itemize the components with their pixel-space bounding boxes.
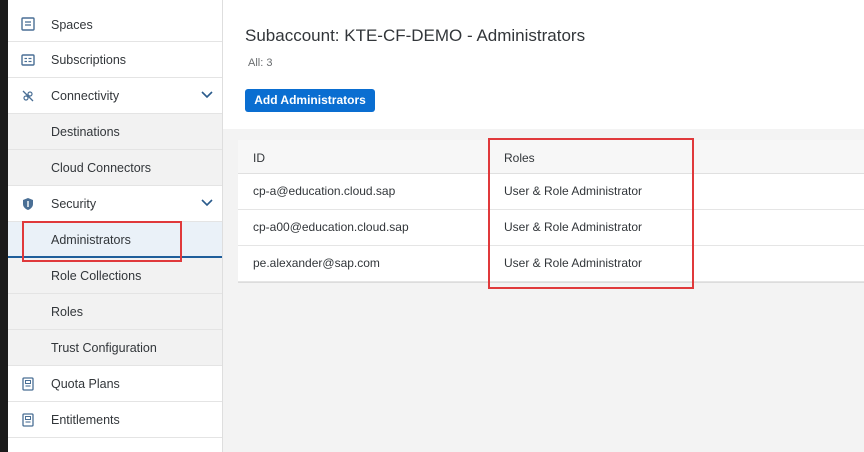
sidebar-item-trust-configuration[interactable]: Trust Configuration bbox=[8, 330, 222, 366]
sidebar-item-label: Trust Configuration bbox=[51, 341, 157, 355]
sidebar-item-destinations[interactable]: Destinations bbox=[8, 114, 222, 150]
column-header-roles[interactable]: Roles bbox=[504, 151, 535, 165]
sidebar-item-label: Role Collections bbox=[51, 269, 142, 283]
add-administrators-button[interactable]: Add Administrators bbox=[245, 89, 375, 112]
administrators-table: ID Roles cp-a@education.cloud.sap User &… bbox=[238, 140, 864, 283]
subscriptions-icon bbox=[21, 54, 35, 66]
sidebar-item-label: Spaces bbox=[51, 18, 93, 32]
page-title: Subaccount: KTE-CF-DEMO - Administrators bbox=[245, 26, 586, 45]
spaces-icon bbox=[21, 17, 35, 31]
cell-id: cp-a00@education.cloud.sap bbox=[253, 220, 409, 234]
cell-roles: User & Role Administrator bbox=[504, 256, 643, 270]
sidebar-item-administrators[interactable]: Administrators bbox=[8, 222, 222, 258]
sidebar-item-label: Quota Plans bbox=[51, 377, 120, 391]
shield-icon bbox=[23, 198, 33, 210]
table-row[interactable]: cp-a@education.cloud.sap User & Role Adm… bbox=[238, 174, 864, 210]
sidebar-item-label: Connectivity bbox=[51, 89, 120, 103]
cell-roles: User & Role Administrator bbox=[504, 220, 643, 234]
sidebar-item-label: Administrators bbox=[51, 233, 131, 247]
sidebar-item-label: Roles bbox=[51, 305, 83, 319]
sidebar-item-quota-plans[interactable]: Quota Plans bbox=[8, 366, 222, 402]
sidebar-item-connectivity[interactable]: Connectivity bbox=[8, 78, 222, 114]
cell-id: pe.alexander@sap.com bbox=[253, 256, 380, 270]
item-count: All: 3 bbox=[248, 57, 273, 69]
sidebar-item-cloud-connectors[interactable]: Cloud Connectors bbox=[8, 150, 222, 186]
chevron-down-icon[interactable] bbox=[201, 198, 213, 208]
column-header-id[interactable]: ID bbox=[253, 151, 265, 165]
sidebar-item-label: Entitlements bbox=[51, 413, 120, 427]
sidebar-item-roles[interactable]: Roles bbox=[8, 294, 222, 330]
sidebar-item-spaces[interactable]: Spaces bbox=[8, 6, 222, 42]
sidebar-item-role-collections[interactable]: Role Collections bbox=[8, 258, 222, 294]
connectivity-icon bbox=[22, 90, 34, 102]
table-row[interactable]: cp-a00@education.cloud.sap User & Role A… bbox=[238, 210, 864, 246]
cell-roles: User & Role Administrator bbox=[504, 184, 643, 198]
sidebar-item-label: Subscriptions bbox=[51, 53, 127, 67]
cell-id: cp-a@education.cloud.sap bbox=[253, 184, 396, 198]
sidebar: Spaces Subscriptions Connectivity Destin… bbox=[8, 0, 223, 452]
left-edge-bar bbox=[0, 0, 8, 452]
sidebar-item-subscriptions[interactable]: Subscriptions bbox=[8, 42, 222, 78]
table-row[interactable]: pe.alexander@sap.com User & Role Adminis… bbox=[238, 246, 864, 282]
entitlements-icon bbox=[22, 413, 34, 427]
sidebar-item-entitlements[interactable]: Entitlements bbox=[8, 402, 222, 438]
sidebar-item-label: Destinations bbox=[51, 125, 120, 139]
quota-plans-icon bbox=[22, 377, 34, 391]
table-header: ID Roles bbox=[238, 140, 864, 174]
chevron-down-icon[interactable] bbox=[201, 90, 213, 100]
sidebar-item-label: Cloud Connectors bbox=[51, 161, 152, 175]
sidebar-item-security[interactable]: Security bbox=[8, 186, 222, 222]
sidebar-item-label: Security bbox=[51, 197, 97, 211]
